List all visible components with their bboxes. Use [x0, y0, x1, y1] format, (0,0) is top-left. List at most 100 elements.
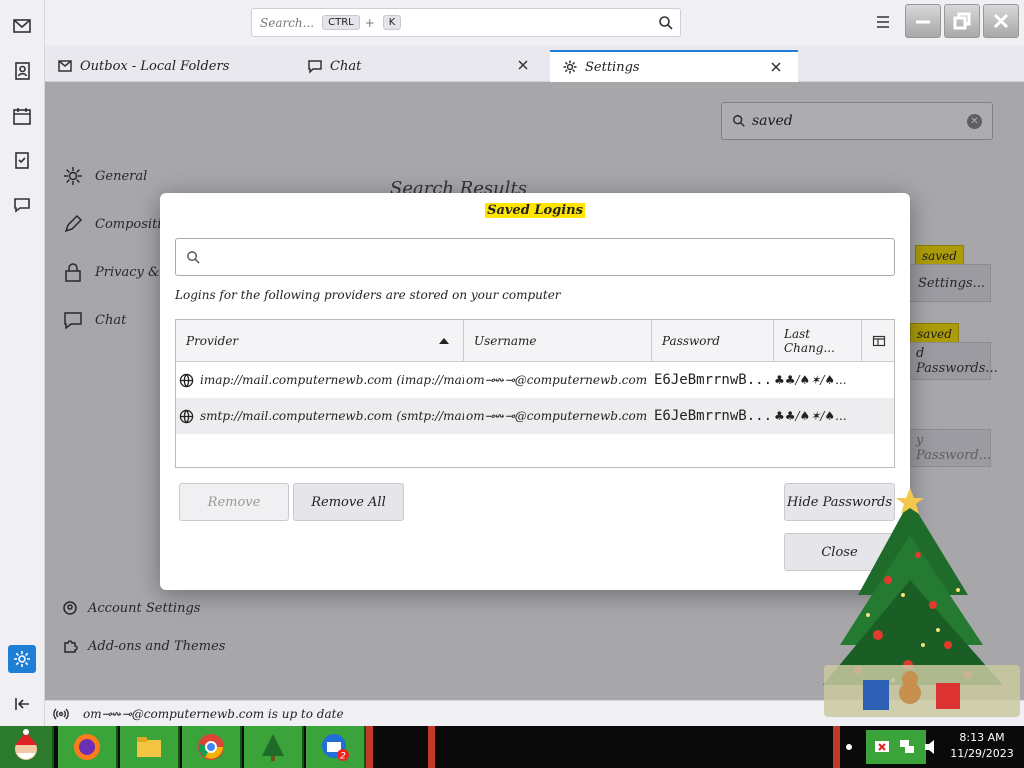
table-row[interactable]: smtp://mail.computernewb.com (smtp://mai…	[176, 398, 894, 434]
shortcut-k: K	[382, 15, 402, 30]
column-label: Username	[474, 334, 537, 348]
chat-space-button[interactable]	[8, 191, 36, 219]
last-changed-cell: ♣♣/♠✶/♠...	[774, 409, 847, 423]
chat-icon	[14, 198, 30, 213]
table-row[interactable]: imap://mail.computernewb.com (imap://mai…	[176, 362, 894, 398]
tab-chat[interactable]: Chat	[295, 50, 545, 82]
column-label: Provider	[186, 334, 239, 348]
sort-ascending-icon	[439, 338, 449, 344]
gear-icon	[14, 651, 30, 667]
network-warning-icon[interactable]	[874, 738, 892, 756]
clock-time: 8:13 AM	[959, 731, 1005, 744]
taskbar: 2 8:13 AM 11/29/2023	[0, 726, 1024, 768]
close-icon	[993, 13, 1009, 29]
column-password[interactable]: Password	[652, 320, 774, 362]
calendar-space-button[interactable]	[8, 102, 36, 130]
last-changed-cell: ♣♣/♠✶/♠...	[774, 373, 847, 387]
thunderbird-icon: 2	[322, 734, 349, 762]
search-placeholder: Search...	[260, 15, 315, 30]
taskbar-file-explorer[interactable]	[120, 726, 180, 768]
restore-icon	[953, 12, 971, 30]
chat-icon	[308, 60, 322, 74]
spaces-toolbar	[0, 0, 45, 726]
dialog-title: Saved Logins	[160, 203, 910, 218]
table-header: Provider Username Password Last Chang...	[176, 320, 894, 362]
taskbar-divider	[366, 726, 373, 768]
provider-text: imap://mail.computernewb.com (imap://mai…	[200, 373, 464, 387]
column-username[interactable]: Username	[464, 320, 652, 362]
tasks-icon	[15, 152, 29, 169]
column-picker-icon[interactable]	[872, 334, 886, 348]
title-bar: Search... CTRL + K	[45, 0, 1024, 46]
status-text: om⊸↭⊸@computernewb.com is up to date	[83, 706, 344, 721]
network-icon[interactable]	[898, 738, 916, 756]
provider-cell: imap://mail.computernewb.com (imap://mai…	[176, 362, 464, 398]
shortcut-ctrl: CTRL	[322, 15, 360, 30]
logins-table: Provider Username Password Last Chang...…	[175, 319, 895, 468]
taskbar-christmas-tree[interactable]	[244, 726, 304, 768]
password-cell: E6JeBmrrnwB...	[654, 372, 773, 388]
remove-button[interactable]: Remove	[179, 483, 289, 521]
taskbar-clock[interactable]: 8:13 AM 11/29/2023	[940, 730, 1024, 762]
start-button[interactable]	[0, 726, 54, 768]
search-icon	[187, 251, 200, 264]
remove-all-button[interactable]: Remove All	[293, 483, 404, 521]
chrome-icon	[198, 734, 224, 760]
saved-logins-dialog: Saved Logins Logins for the following pr…	[160, 193, 910, 590]
settings-space-button[interactable]	[8, 645, 36, 673]
username-cell: om⊸↭⊸@computernewb.com	[466, 373, 648, 387]
mail-space-button[interactable]	[8, 12, 36, 40]
dialog-title-text: Saved Logins	[485, 203, 585, 218]
calendar-icon	[13, 108, 31, 125]
minimize-icon	[916, 20, 930, 24]
column-label: Password	[662, 334, 720, 348]
provider-cell: smtp://mail.computernewb.com (smtp://mai…	[176, 398, 464, 434]
globe-icon	[179, 373, 194, 387]
wifi-status-icon	[53, 708, 69, 719]
tasks-space-button[interactable]	[8, 146, 36, 174]
globe-icon	[179, 409, 194, 423]
show-desktop-dot[interactable]	[846, 744, 852, 750]
taskbar-firefox[interactable]	[58, 726, 118, 768]
collapse-spaces-button[interactable]	[8, 690, 36, 718]
column-last-changed[interactable]: Last Chang...	[774, 320, 862, 362]
notification-badge: 2	[340, 752, 346, 762]
tab-outbox[interactable]: Outbox - Local Folders	[45, 50, 295, 82]
address-book-space-button[interactable]	[8, 57, 36, 85]
tab-settings[interactable]: Settings	[550, 50, 798, 82]
shortcut-plus: +	[364, 15, 375, 30]
santa-icon	[15, 729, 37, 760]
mail-folder-icon	[58, 60, 72, 72]
column-label: Last Chang...	[784, 327, 835, 355]
close-window-button[interactable]	[983, 4, 1019, 38]
tab-label: Chat	[330, 58, 362, 74]
clock-date: 11/29/2023	[950, 747, 1014, 760]
search-icon	[659, 16, 673, 30]
restore-button[interactable]	[944, 4, 980, 38]
system-tray	[866, 730, 926, 764]
tab-label: Outbox - Local Folders	[80, 58, 230, 74]
username-cell: om⊸↭⊸@computernewb.com	[466, 409, 648, 423]
hamburger-menu-icon[interactable]	[873, 12, 893, 32]
folder-icon	[137, 737, 161, 757]
tree-icon	[262, 734, 284, 761]
filter-logins-input[interactable]	[175, 238, 895, 276]
address-book-icon	[15, 62, 30, 80]
taskbar-divider	[833, 726, 840, 768]
christmas-tree-widget	[823, 488, 1020, 717]
global-search-box[interactable]: Search... CTRL + K	[251, 8, 681, 37]
gear-icon	[563, 60, 577, 74]
firefox-icon	[74, 734, 100, 760]
volume-icon[interactable]	[924, 738, 938, 756]
provider-text: smtp://mail.computernewb.com (smtp://mai…	[200, 409, 464, 423]
column-provider[interactable]: Provider	[176, 320, 464, 362]
taskbar-divider	[428, 726, 435, 768]
close-tab-icon[interactable]	[769, 60, 783, 74]
taskbar-chrome[interactable]	[182, 726, 242, 768]
taskbar-thunderbird[interactable]: 2	[306, 726, 366, 768]
close-tab-icon[interactable]	[516, 58, 530, 72]
dialog-description: Logins for the following providers are s…	[175, 288, 561, 302]
password-cell: E6JeBmrrnwB...	[654, 408, 773, 424]
envelope-icon	[13, 19, 31, 33]
minimize-button[interactable]	[905, 4, 941, 38]
